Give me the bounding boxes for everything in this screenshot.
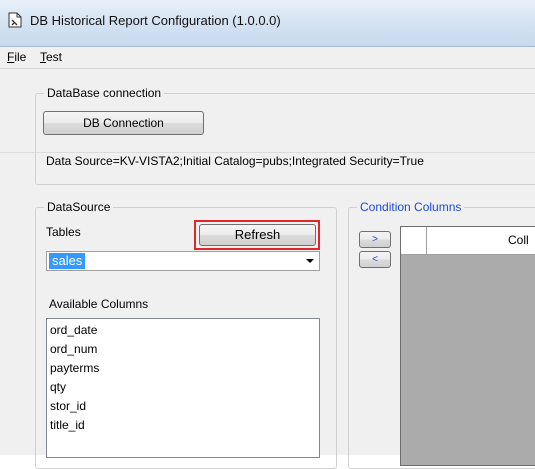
list-item[interactable]: ord_num [47, 340, 319, 359]
menu-file[interactable]: File [7, 50, 26, 64]
grid-header-row: Coll [401, 227, 535, 255]
refresh-button[interactable]: Refresh [199, 224, 316, 246]
add-condition-button[interactable]: > [359, 231, 391, 248]
list-item[interactable]: qty [47, 378, 319, 397]
chevron-down-icon[interactable] [306, 259, 314, 263]
menu-test-label: est [46, 50, 63, 64]
database-connection-group [35, 93, 535, 185]
title-bar: DB Historical Report Configuration (1.0.… [0, 0, 535, 47]
menu-bar: File Test [0, 47, 535, 69]
window-title: DB Historical Report Configuration (1.0.… [30, 13, 281, 28]
list-item[interactable]: ord_date [47, 321, 319, 340]
db-connection-button[interactable]: DB Connection [43, 111, 204, 135]
menu-file-label: ile [14, 50, 27, 64]
menu-test[interactable]: Test [40, 50, 62, 64]
database-connection-title: DataBase connection [44, 86, 165, 100]
grid-column-header[interactable]: Coll [508, 233, 529, 247]
app-icon [8, 12, 22, 28]
tables-dropdown-value: sales [49, 253, 86, 269]
datasource-title: DataSource [44, 200, 114, 214]
available-columns-label: Available Columns [49, 297, 149, 311]
connection-string: Data Source=KV-VISTA2;Initial Catalog=pu… [46, 154, 424, 168]
available-columns-list[interactable]: ord_date ord_num payterms qty stor_id ti… [46, 318, 320, 458]
condition-columns-grid[interactable]: Coll [400, 226, 535, 466]
list-item[interactable]: payterms [47, 359, 319, 378]
condition-columns-title: Condition Columns [357, 200, 465, 214]
tables-label: Tables [46, 225, 81, 239]
list-item[interactable]: stor_id [47, 397, 319, 416]
tables-dropdown[interactable]: sales [46, 251, 320, 271]
grid-row-header-cell [401, 227, 427, 254]
divider [0, 152, 535, 153]
remove-condition-button[interactable]: < [359, 251, 391, 268]
list-item[interactable]: title_id [47, 416, 319, 435]
